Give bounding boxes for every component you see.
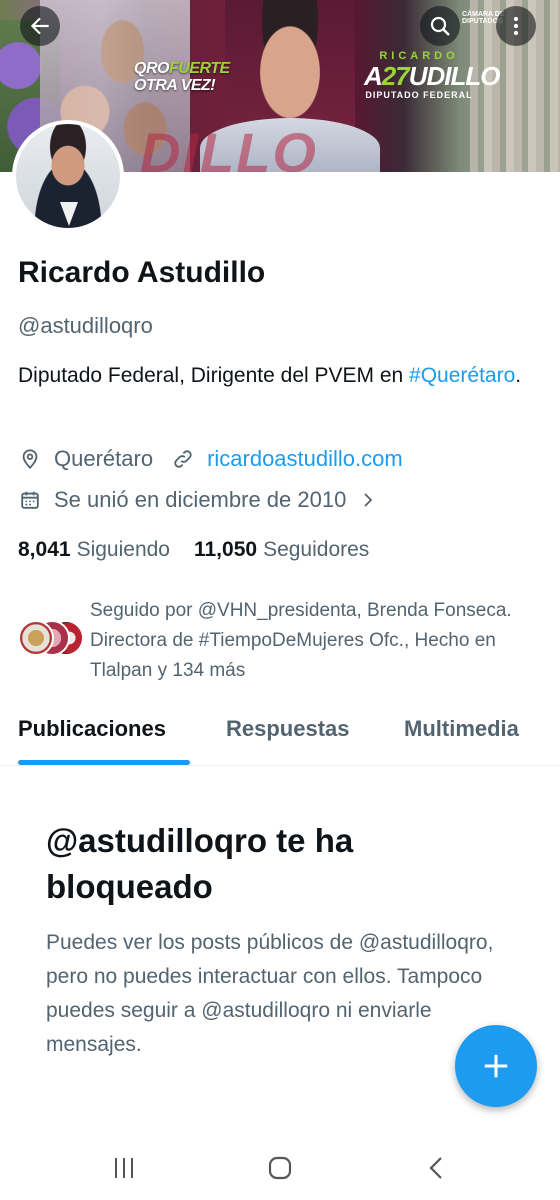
- chevron-left-icon: [429, 1157, 442, 1179]
- slogan-word: QRO: [134, 60, 169, 77]
- banner-big-letters: DILLO: [140, 121, 318, 172]
- profile-handle: @astudilloqro: [18, 313, 153, 338]
- compose-button[interactable]: [455, 1025, 537, 1107]
- tab-multimedia[interactable]: Multimedia: [404, 716, 519, 742]
- profile-stats: 8,041 Siguiendo 11,050 Seguidores: [18, 538, 369, 562]
- tab-publicaciones[interactable]: Publicaciones: [18, 716, 166, 742]
- followed-by-text: Seguido por @VHN_presidenta, Brenda Fons…: [90, 600, 512, 681]
- more-vertical-icon: [513, 16, 519, 36]
- brand-last-name: A27UDILLO: [364, 61, 500, 91]
- banner-slogan: QROFUERTE OTRA VEZ!: [134, 60, 230, 94]
- search-button[interactable]: [420, 6, 460, 46]
- followed-by-avatars: [18, 620, 84, 660]
- tab-respuestas[interactable]: Respuestas: [226, 716, 350, 742]
- followed-by-row[interactable]: Seguido por @VHN_presidenta, Brenda Fons…: [18, 596, 538, 686]
- profile-bio: Diputado Federal, Dirigente del PVEM en …: [18, 360, 538, 392]
- home-icon: [268, 1156, 292, 1180]
- brand-last-27: 27: [381, 61, 410, 91]
- system-back-button[interactable]: [416, 1152, 456, 1184]
- followers-count: 11,050: [193, 538, 258, 561]
- profile-joined-date: Se unió en diciembre de 2010: [54, 487, 347, 512]
- back-button[interactable]: [20, 6, 60, 46]
- following-label: Siguiendo: [76, 538, 170, 561]
- calendar-icon: [18, 488, 42, 512]
- bio-end: .: [515, 364, 522, 387]
- profile-tabs: Publicaciones Respuestas Multimedia: [0, 700, 560, 766]
- location-pin-icon: [18, 447, 42, 471]
- following-count: 8,041: [18, 538, 71, 561]
- bio-text: Diputado Federal, Dirigente del PVEM en: [18, 364, 410, 387]
- blocked-title: @astudilloqro te ha bloqueado: [46, 822, 354, 905]
- profile-website-link[interactable]: ricardoastudillo.com: [207, 446, 403, 472]
- home-button[interactable]: [260, 1152, 300, 1184]
- recents-icon: [115, 1158, 133, 1178]
- system-nav-bar: [0, 1140, 560, 1200]
- profile-joined-row[interactable]: Se unió en diciembre de 2010: [18, 487, 380, 513]
- followers-label: Seguidores: [263, 538, 370, 561]
- followers-stat[interactable]: 11,050 Seguidores: [194, 538, 369, 562]
- profile-page: DILLO QROFUERTE OTRA VEZ! RICARDO A27UDI…: [0, 0, 560, 1200]
- active-tab-indicator: [18, 760, 190, 765]
- more-options-button[interactable]: [496, 6, 536, 46]
- brand-last-a: A: [364, 61, 383, 91]
- profile-avatar[interactable]: [12, 120, 124, 232]
- slogan-word: VEZ!: [180, 77, 216, 94]
- recent-apps-button[interactable]: [104, 1152, 144, 1184]
- blocked-body: Puedes ver los posts públicos de @astudi…: [46, 931, 494, 1056]
- avatar-collar: [60, 202, 78, 226]
- profile-location: Querétaro: [54, 446, 154, 471]
- search-icon: [430, 16, 450, 36]
- link-icon: [171, 447, 195, 471]
- arrow-left-icon: [30, 17, 49, 35]
- profile-name: Ricardo Astudillo: [18, 256, 266, 289]
- brand-subtitle: DIPUTADO FEDERAL: [365, 90, 473, 100]
- brand-last-b: UDILLO: [408, 61, 501, 91]
- banner-brand-name: RICARDO A27UDILLO DIPUTADO FEDERAL: [364, 50, 500, 100]
- slogan-word: FUERTE: [168, 60, 230, 77]
- avatar: [18, 620, 54, 656]
- slogan-word: OTRA: [134, 77, 177, 94]
- following-stat[interactable]: 8,041 Siguiendo: [18, 538, 170, 562]
- chevron-right-icon: [356, 488, 380, 512]
- profile-meta-row: Querétaro ricardoastudillo.com: [18, 446, 403, 472]
- plus-icon: [484, 1054, 508, 1078]
- bio-hashtag-link[interactable]: #Querétaro: [409, 364, 515, 387]
